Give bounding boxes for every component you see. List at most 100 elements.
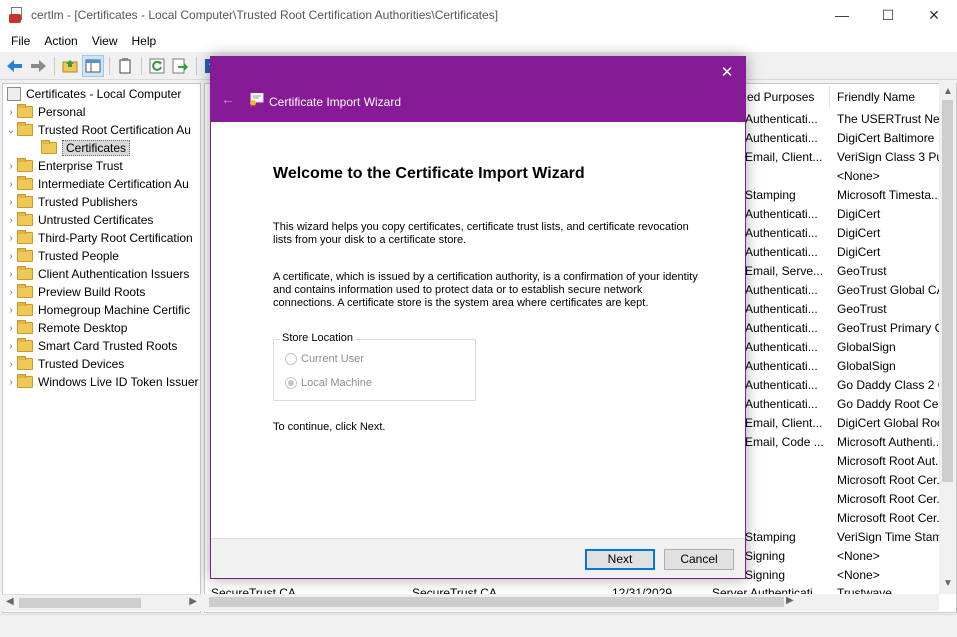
cell-intended-purposes[interactable]: Authenticati...	[745, 110, 830, 129]
chevron-right-icon[interactable]: ›	[5, 107, 17, 118]
cell-intended-purposes[interactable]	[745, 167, 830, 186]
radio-local-machine[interactable]: Local Machine	[285, 377, 372, 389]
cell-intended-purposes[interactable]	[745, 471, 830, 490]
cell-friendly-name[interactable]: <None>	[837, 167, 947, 186]
show-hide-tree-icon[interactable]	[82, 55, 104, 77]
cell-intended-purposes[interactable]: Authenticati...	[745, 376, 830, 395]
tree-item-homegroup[interactable]: › Homegroup Machine Certific	[5, 301, 190, 319]
cell-intended-purposes[interactable]: Stamping	[745, 528, 830, 547]
chevron-right-icon[interactable]: ›	[5, 215, 17, 226]
chevron-right-icon[interactable]: ›	[5, 251, 17, 262]
chevron-right-icon[interactable]: ›	[5, 305, 17, 316]
cell-intended-purposes[interactable]: Authenticati...	[745, 300, 830, 319]
cell-friendly-name[interactable]: DigiCert Baltimore ...	[837, 129, 947, 148]
cell-intended-purposes[interactable]	[745, 452, 830, 471]
tree-item-third-party-root[interactable]: › Third-Party Root Certification	[5, 229, 193, 247]
scrollbar-thumb[interactable]	[209, 597, 784, 607]
column-friendly-name[interactable]: Friendly Name	[832, 86, 944, 108]
scrollbar-thumb[interactable]	[19, 598, 141, 608]
cell-friendly-name[interactable]: Microsoft Authenti...	[837, 433, 947, 452]
cell-intended-purposes[interactable]: Authenticati...	[745, 129, 830, 148]
chevron-right-icon[interactable]: ›	[5, 377, 17, 388]
radio-current-user[interactable]: Current User	[285, 353, 364, 365]
chevron-right-icon[interactable]: ›	[5, 161, 17, 172]
wizard-close-button[interactable]: ✕	[716, 62, 738, 84]
cancel-button[interactable]: Cancel	[664, 549, 734, 570]
radio-button[interactable]	[285, 353, 297, 365]
scroll-left-icon[interactable]: ◀	[6, 596, 14, 607]
scrollbar-thumb[interactable]	[942, 100, 953, 482]
tree-item-smart-card-roots[interactable]: › Smart Card Trusted Roots	[5, 337, 177, 355]
tree-item-trusted-devices[interactable]: › Trusted Devices	[5, 355, 124, 373]
cell-friendly-name[interactable]: GeoTrust Primary C...	[837, 319, 947, 338]
radio-button-selected[interactable]	[285, 377, 297, 389]
menu-view[interactable]: View	[85, 34, 125, 48]
scroll-up-icon[interactable]: ▲	[943, 86, 953, 97]
tree-item-untrusted[interactable]: › Untrusted Certificates	[5, 211, 153, 229]
cell-intended-purposes[interactable]: Authenticati...	[745, 338, 830, 357]
cell-friendly-name[interactable]: Microsoft Root Aut...	[837, 452, 947, 471]
tree-item-intermediate[interactable]: › Intermediate Certification Au	[5, 175, 189, 193]
chevron-right-icon[interactable]: ›	[5, 179, 17, 190]
cell-friendly-name[interactable]: GeoTrust	[837, 262, 947, 281]
scroll-right-icon[interactable]: ▶	[189, 596, 197, 607]
tree-item-certificates[interactable]: Certificates	[41, 139, 131, 157]
cell-friendly-name[interactable]: VeriSign Time Stam...	[837, 528, 947, 547]
menu-file[interactable]: File	[4, 34, 37, 48]
cell-friendly-name[interactable]: DigiCert Global Roo...	[837, 414, 947, 433]
cell-intended-purposes[interactable]: Authenticati...	[745, 224, 830, 243]
chevron-right-icon[interactable]: ›	[5, 197, 17, 208]
menu-help[interactable]: Help	[125, 34, 164, 48]
tree-horizontal-scrollbar[interactable]: ◀ ▶	[2, 594, 201, 611]
chevron-right-icon[interactable]: ›	[5, 269, 17, 280]
cell-friendly-name[interactable]: DigiCert	[837, 224, 947, 243]
cell-intended-purposes[interactable]: Authenticati...	[745, 395, 830, 414]
tree-item-trusted-publishers[interactable]: › Trusted Publishers	[5, 193, 138, 211]
cell-friendly-name[interactable]: Microsoft Root Cer...	[837, 509, 947, 528]
list-vertical-scrollbar[interactable]: ▲ ▼	[939, 83, 956, 594]
column-intended-purposes[interactable]: ed Purposes	[742, 86, 830, 108]
cell-intended-purposes[interactable]: Authenticati...	[745, 357, 830, 376]
tree-item-enterprise-trust[interactable]: › Enterprise Trust	[5, 157, 123, 175]
close-button[interactable]: ✕	[911, 0, 957, 30]
menu-action[interactable]: Action	[37, 34, 84, 48]
cell-friendly-name[interactable]: Microsoft Root Cer...	[837, 471, 947, 490]
tree-item-remote-desktop[interactable]: › Remote Desktop	[5, 319, 127, 337]
tree-item-client-auth-issuers[interactable]: › Client Authentication Issuers	[5, 265, 189, 283]
chevron-right-icon[interactable]: ›	[5, 359, 17, 370]
tree-item-trusted-people[interactable]: › Trusted People	[5, 247, 119, 265]
refresh-icon[interactable]	[146, 55, 168, 77]
cell-friendly-name[interactable]: GeoTrust Global CA	[837, 281, 947, 300]
export-list-icon[interactable]	[169, 55, 191, 77]
cell-friendly-name[interactable]: DigiCert	[837, 205, 947, 224]
cell-friendly-name[interactable]: GlobalSign	[837, 357, 947, 376]
cell-friendly-name[interactable]: VeriSign Class 3 Pu...	[837, 148, 947, 167]
forward-icon[interactable]	[27, 55, 49, 77]
cell-friendly-name[interactable]: <None>	[837, 566, 947, 585]
cell-intended-purposes[interactable]: Authenticati...	[745, 319, 830, 338]
tree-item-preview-build-roots[interactable]: › Preview Build Roots	[5, 283, 145, 301]
cell-friendly-name[interactable]: Microsoft Root Cer...	[837, 490, 947, 509]
chevron-down-icon[interactable]: ⌄	[5, 125, 17, 136]
cell-intended-purposes[interactable]: Authenticati...	[745, 205, 830, 224]
tree-item-trusted-root[interactable]: ⌄ Trusted Root Certification Au	[5, 121, 191, 139]
tree-item-personal[interactable]: › Personal	[5, 103, 85, 121]
cell-intended-purposes[interactable]: Email, Serve...	[745, 262, 830, 281]
back-icon[interactable]	[4, 55, 26, 77]
cell-intended-purposes[interactable]: Signing	[745, 566, 830, 585]
cell-intended-purposes[interactable]	[745, 509, 830, 528]
next-button[interactable]: Next	[585, 549, 655, 570]
cell-intended-purposes[interactable]: Stamping	[745, 186, 830, 205]
cell-friendly-name[interactable]: GeoTrust	[837, 300, 947, 319]
cell-intended-purposes[interactable]: Authenticati...	[745, 243, 830, 262]
cell-intended-purposes[interactable]: Email, Client...	[745, 148, 830, 167]
up-folder-icon[interactable]	[59, 55, 81, 77]
scroll-right-icon[interactable]: ▶	[786, 595, 794, 606]
cell-intended-purposes[interactable]: Email, Code ...	[745, 433, 830, 452]
list-horizontal-scrollbar[interactable]: ▶	[204, 594, 939, 611]
cell-friendly-name[interactable]: <None>	[837, 547, 947, 566]
cell-friendly-name[interactable]: GlobalSign	[837, 338, 947, 357]
chevron-right-icon[interactable]: ›	[5, 287, 17, 298]
chevron-right-icon[interactable]: ›	[5, 233, 17, 244]
cell-intended-purposes[interactable]	[745, 490, 830, 509]
